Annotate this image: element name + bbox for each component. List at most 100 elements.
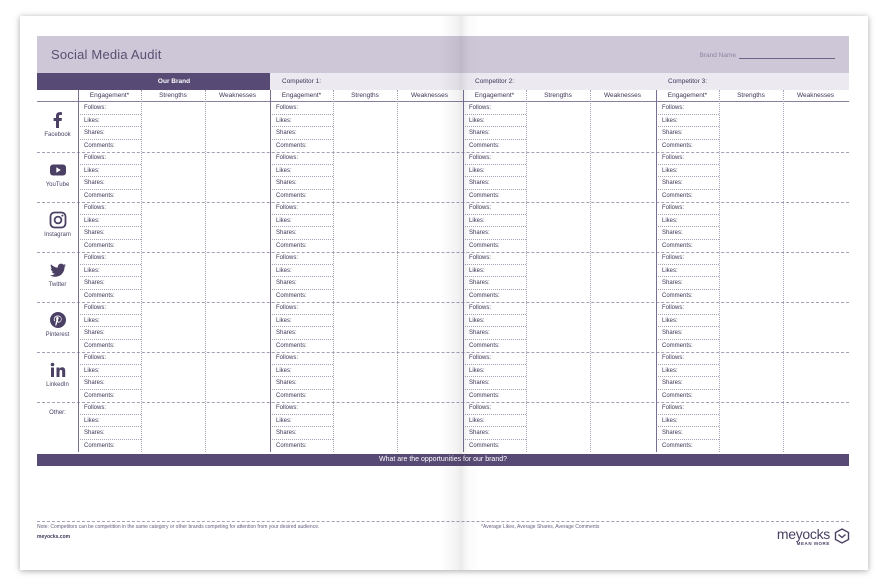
metric-shares-field[interactable]: Shares:	[78, 177, 141, 190]
metric-likes-field[interactable]: Likes:	[78, 415, 141, 427]
metric-follows-field[interactable]: Follows:	[463, 202, 526, 215]
weaknesses-field[interactable]	[397, 252, 462, 302]
strengths-field[interactable]	[526, 302, 590, 352]
weaknesses-field[interactable]	[590, 152, 655, 202]
metric-shares-field[interactable]: Shares:	[78, 327, 141, 340]
metric-follows-field[interactable]: Follows:	[656, 152, 719, 165]
weaknesses-field[interactable]	[783, 302, 848, 352]
weaknesses-field[interactable]	[783, 102, 848, 152]
strengths-field[interactable]	[526, 252, 590, 302]
footer-url[interactable]: meyocks.com	[37, 534, 70, 540]
metric-comments-field[interactable]: Comments:	[270, 340, 333, 353]
brand-name-field[interactable]: Brand Name	[700, 52, 835, 59]
metric-shares-field[interactable]: Shares:	[270, 327, 333, 340]
metric-comments-field[interactable]: Comments:	[656, 440, 719, 453]
strengths-field[interactable]	[333, 402, 397, 452]
strengths-field[interactable]	[719, 202, 783, 252]
metric-shares-field[interactable]: Shares:	[463, 127, 526, 140]
strengths-field[interactable]	[141, 302, 205, 352]
weaknesses-field[interactable]	[397, 402, 462, 452]
metric-likes-field[interactable]: Likes:	[463, 365, 526, 377]
strengths-field[interactable]	[141, 102, 205, 152]
strengths-field[interactable]	[141, 152, 205, 202]
metric-follows-field[interactable]: Follows:	[270, 302, 333, 315]
metric-likes-field[interactable]: Likes:	[656, 415, 719, 427]
weaknesses-field[interactable]	[205, 202, 270, 252]
metric-shares-field[interactable]: Shares:	[463, 377, 526, 390]
metric-shares-field[interactable]: Shares:	[463, 427, 526, 440]
weaknesses-field[interactable]	[205, 352, 270, 402]
metric-comments-field[interactable]: Comments:	[78, 240, 141, 253]
metric-likes-field[interactable]: Likes:	[656, 315, 719, 327]
strengths-field[interactable]	[141, 402, 205, 452]
metric-likes-field[interactable]: Likes:	[463, 215, 526, 227]
weaknesses-field[interactable]	[783, 252, 848, 302]
strengths-field[interactable]	[719, 252, 783, 302]
weaknesses-field[interactable]	[783, 202, 848, 252]
metric-shares-field[interactable]: Shares:	[463, 227, 526, 240]
strengths-field[interactable]	[526, 152, 590, 202]
weaknesses-field[interactable]	[205, 302, 270, 352]
strengths-field[interactable]	[526, 402, 590, 452]
weaknesses-field[interactable]	[590, 252, 655, 302]
weaknesses-field[interactable]	[783, 402, 848, 452]
weaknesses-field[interactable]	[205, 402, 270, 452]
metric-likes-field[interactable]: Likes:	[78, 165, 141, 177]
metric-follows-field[interactable]: Follows:	[656, 402, 719, 415]
metric-likes-field[interactable]: Likes:	[270, 115, 333, 127]
metric-follows-field[interactable]: Follows:	[463, 252, 526, 265]
metric-shares-field[interactable]: Shares:	[656, 127, 719, 140]
metric-comments-field[interactable]: Comments:	[656, 290, 719, 303]
metric-likes-field[interactable]: Likes:	[78, 265, 141, 277]
metric-follows-field[interactable]: Follows:	[463, 102, 526, 115]
weaknesses-field[interactable]	[783, 352, 848, 402]
metric-likes-field[interactable]: Likes:	[656, 115, 719, 127]
weaknesses-field[interactable]	[590, 202, 655, 252]
metric-comments-field[interactable]: Comments:	[78, 390, 141, 403]
metric-follows-field[interactable]: Follows:	[270, 152, 333, 165]
metric-shares-field[interactable]: Shares:	[656, 277, 719, 290]
metric-likes-field[interactable]: Likes:	[656, 165, 719, 177]
metric-comments-field[interactable]: Comments:	[463, 240, 526, 253]
metric-likes-field[interactable]: Likes:	[78, 315, 141, 327]
metric-follows-field[interactable]: Follows:	[656, 252, 719, 265]
weaknesses-field[interactable]	[590, 402, 655, 452]
strengths-field[interactable]	[526, 202, 590, 252]
metric-shares-field[interactable]: Shares:	[463, 177, 526, 190]
metric-comments-field[interactable]: Comments:	[270, 440, 333, 453]
weaknesses-field[interactable]	[397, 202, 462, 252]
metric-comments-field[interactable]: Comments:	[463, 340, 526, 353]
strengths-field[interactable]	[333, 152, 397, 202]
metric-shares-field[interactable]: Shares:	[270, 377, 333, 390]
metric-shares-field[interactable]: Shares:	[78, 377, 141, 390]
metric-likes-field[interactable]: Likes:	[270, 165, 333, 177]
metric-comments-field[interactable]: Comments:	[78, 190, 141, 203]
strengths-field[interactable]	[333, 352, 397, 402]
metric-shares-field[interactable]: Shares:	[656, 227, 719, 240]
weaknesses-field[interactable]	[397, 302, 462, 352]
weaknesses-field[interactable]	[397, 352, 462, 402]
strengths-field[interactable]	[333, 302, 397, 352]
metric-likes-field[interactable]: Likes:	[78, 115, 141, 127]
metric-shares-field[interactable]: Shares:	[463, 327, 526, 340]
metric-follows-field[interactable]: Follows:	[463, 352, 526, 365]
metric-shares-field[interactable]: Shares:	[656, 427, 719, 440]
metric-follows-field[interactable]: Follows:	[656, 302, 719, 315]
metric-follows-field[interactable]: Follows:	[270, 352, 333, 365]
metric-likes-field[interactable]: Likes:	[463, 315, 526, 327]
metric-shares-field[interactable]: Shares:	[78, 277, 141, 290]
metric-follows-field[interactable]: Follows:	[78, 402, 141, 415]
strengths-field[interactable]	[333, 102, 397, 152]
metric-comments-field[interactable]: Comments:	[656, 190, 719, 203]
metric-shares-field[interactable]: Shares:	[463, 277, 526, 290]
weaknesses-field[interactable]	[590, 102, 655, 152]
metric-comments-field[interactable]: Comments:	[656, 240, 719, 253]
strengths-field[interactable]	[141, 352, 205, 402]
metric-follows-field[interactable]: Follows:	[656, 202, 719, 215]
metric-likes-field[interactable]: Likes:	[656, 215, 719, 227]
metric-follows-field[interactable]: Follows:	[78, 202, 141, 215]
weaknesses-field[interactable]	[397, 152, 462, 202]
metric-likes-field[interactable]: Likes:	[463, 265, 526, 277]
metric-follows-field[interactable]: Follows:	[78, 152, 141, 165]
metric-likes-field[interactable]: Likes:	[656, 265, 719, 277]
